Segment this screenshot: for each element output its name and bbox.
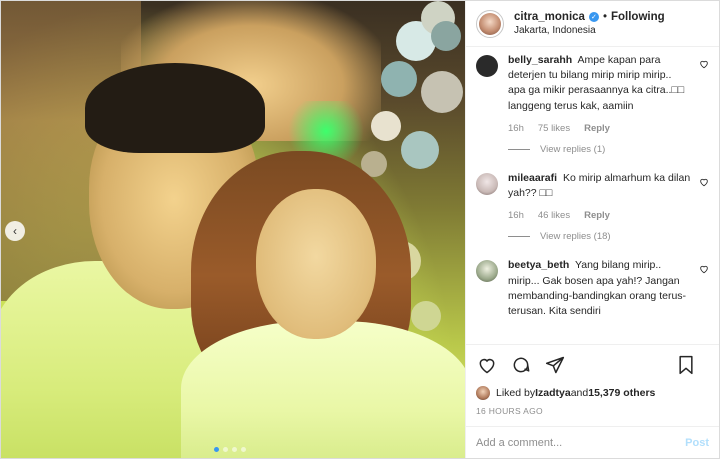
post-side-panel: citra_monica ✓ • Following Jakarta, Indo… [465,1,719,458]
comment-username[interactable]: belly_sarahh [508,54,572,66]
bookmark-icon[interactable] [675,354,697,376]
view-replies-label: View replies (1) [540,143,606,155]
balloon [381,61,417,97]
post-header: citra_monica ✓ • Following Jakarta, Indo… [466,1,719,47]
carousel-dot [232,447,237,452]
comment-item: belly_sarahh Ampe kapan para deterjen tu… [476,53,709,134]
header-top-line: citra_monica ✓ • Following [514,11,665,23]
reply-button[interactable]: Reply [584,210,610,221]
likes-summary: Liked by Izadtya and 15,379 others [466,384,719,402]
comment-username[interactable]: beetya_beth [508,259,569,271]
view-replies-label: View replies (18) [540,231,611,243]
carousel-dot [241,447,246,452]
balloon [431,21,461,51]
carousel-dots [214,447,246,452]
comment-avatar[interactable] [476,172,498,195]
comment-content: mileaarafi Ko mirip almarhum ka dilan ya… [508,171,691,221]
balloon [411,301,441,331]
liker-username[interactable]: Izadtya [535,387,571,399]
post-comment-button[interactable]: Post [685,437,709,449]
heart-icon[interactable] [476,354,498,376]
header-text: citra_monica ✓ • Following Jakarta, Indo… [514,11,665,36]
balloon [371,111,401,141]
view-replies-line [508,236,530,238]
comment-avatar[interactable] [476,260,498,283]
comment-content: beetya_beth Yang bilang mirip.. mirip...… [508,258,691,319]
comment-text-block: belly_sarahh Ampe kapan para deterjen tu… [508,53,691,114]
heart-icon[interactable] [699,264,709,274]
avatar[interactable] [476,9,504,38]
carousel-dot [214,447,219,452]
view-replies-button[interactable]: View replies (1) [508,144,709,155]
comment-username[interactable]: mileaarafi [508,172,557,184]
comment-time[interactable]: 16h [508,123,524,134]
following-button[interactable]: Following [611,11,665,23]
comment-text-block: beetya_beth Yang bilang mirip.. mirip...… [508,258,691,319]
comment-meta: 16h 75 likes Reply [508,123,691,134]
comment-avatar[interactable] [476,55,498,77]
author-username[interactable]: citra_monica [514,11,585,23]
comments-list[interactable]: belly_sarahh Ampe kapan para deterjen tu… [466,47,719,344]
chevron-left-icon[interactable]: ‹ [5,221,25,241]
view-replies-button[interactable]: View replies (18) [508,231,709,242]
comment-icon[interactable] [510,354,532,376]
comment-text-block: mileaarafi Ko mirip almarhum ka dilan ya… [508,171,691,201]
heart-icon[interactable] [699,177,709,187]
add-comment-bar: Post [466,426,719,458]
comment-time[interactable]: 16h [508,210,524,221]
post-timestamp[interactable]: 16 HOURS AGO [466,402,719,426]
verified-badge-icon: ✓ [588,12,599,22]
view-replies-line [508,148,530,150]
comment-likes[interactable]: 75 likes [538,123,570,134]
likes-prefix: Liked by [496,387,536,399]
photo-woman-dress [181,321,465,458]
photo-woman-face [256,189,376,339]
balloon [401,131,439,169]
share-icon[interactable] [544,354,566,376]
post-location[interactable]: Jakarta, Indonesia [514,25,665,36]
reply-button[interactable]: Reply [584,123,610,134]
post-actions-bar [466,344,719,384]
add-comment-input[interactable] [476,436,686,449]
comment-content: belly_sarahh Ampe kapan para deterjen tu… [508,53,691,134]
avatar-image [479,12,501,35]
comment-item: beetya_beth Yang bilang mirip.. mirip...… [476,258,709,319]
comment-meta: 16h 46 likes Reply [508,210,691,221]
carousel-dot [223,447,228,452]
liker-avatar[interactable] [476,386,490,400]
likes-middle: and [570,387,589,399]
comment-item: mileaarafi Ko mirip almarhum ka dilan ya… [476,171,709,221]
balloon [421,71,463,113]
instagram-post: ‹ citra_monica ✓ • Following Jakarta, In… [0,0,720,459]
header-separator: • [602,11,607,23]
likes-count[interactable]: 15,379 others [588,387,655,399]
comment-likes[interactable]: 46 likes [538,210,570,221]
heart-icon[interactable] [699,59,709,69]
photo-man-hair [85,63,265,153]
post-photo[interactable]: ‹ [1,1,465,458]
